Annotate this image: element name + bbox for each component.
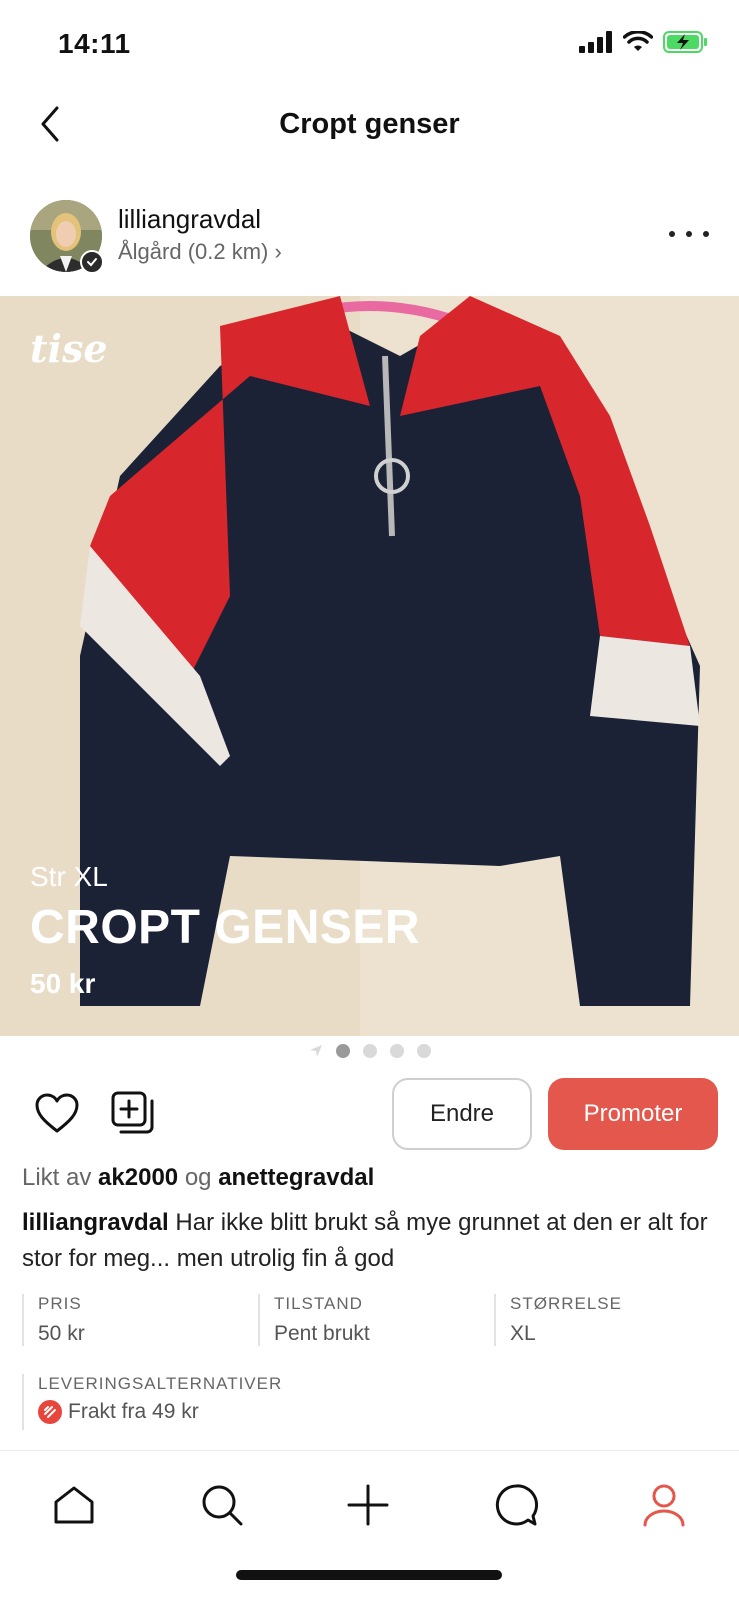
listing-image[interactable]: tise Str XL CROPT GENSER 50 kr [0, 296, 739, 1036]
pager-dot-2[interactable] [362, 1044, 377, 1058]
detail-condition: TILSTAND Pent brukt [258, 1294, 370, 1346]
search-icon [202, 1485, 243, 1526]
liked-by-joiner: og [184, 1164, 212, 1191]
tab-search[interactable] [192, 1475, 252, 1535]
pager-dot-3[interactable] [389, 1044, 404, 1058]
listing-details: PRIS 50 kr TILSTAND Pent brukt STØRRELSE… [22, 1294, 722, 1346]
more-options-button[interactable] [669, 222, 709, 246]
detail-price-value: 50 kr [38, 1322, 85, 1345]
plus-icon [347, 1484, 389, 1526]
detail-condition-label: TILSTAND [274, 1294, 363, 1313]
tab-messages[interactable] [486, 1475, 546, 1535]
detail-price: PRIS 50 kr [22, 1294, 85, 1346]
wifi-icon [623, 31, 653, 51]
detail-price-label: PRIS [38, 1294, 82, 1313]
liked-by-user-2[interactable]: anettegravdal [218, 1164, 374, 1191]
page-title: Cropt genser [279, 108, 460, 140]
listing-price: 50 kr [30, 968, 96, 999]
nav-header: Cropt genser [0, 90, 739, 190]
status-icons [579, 30, 709, 54]
listing-actions: Endre Promoter [0, 1078, 739, 1150]
seller-row: lilliangravdal Ålgård (0.2 km) › [0, 198, 739, 280]
pager-dot-4[interactable] [416, 1044, 431, 1058]
delivery-row: Frakt fra 49 kr [38, 1400, 722, 1424]
location-arrow-icon [309, 1045, 322, 1057]
liked-by: Likt av ak2000 og anettegravdal [22, 1164, 722, 1192]
verified-badge [80, 250, 104, 274]
more-horizontal-icon [669, 231, 675, 237]
tab-home[interactable] [44, 1475, 104, 1535]
profile-icon [643, 1484, 685, 1527]
tise-watermark: tise [30, 326, 108, 371]
liked-by-user-1[interactable]: ak2000 [98, 1164, 178, 1191]
home-icon [54, 1486, 94, 1524]
status-time: 14:11 [58, 28, 131, 59]
detail-size-value: XL [510, 1322, 536, 1345]
battery-charging-icon [663, 31, 707, 53]
delivery-options: LEVERINGSALTERNATIVER Frakt fra 49 kr [22, 1374, 722, 1430]
seller-username[interactable]: lilliangravdal [118, 204, 261, 235]
heart-icon [35, 1093, 79, 1133]
tab-profile[interactable] [634, 1475, 694, 1535]
shipping-icon [38, 1400, 62, 1424]
edit-button[interactable]: Endre [392, 1078, 532, 1150]
listing-size: Str XL [30, 861, 108, 892]
like-button[interactable] [34, 1092, 80, 1134]
seller-location[interactable]: Ålgård (0.2 km) › [118, 239, 282, 265]
detail-condition-value: Pent brukt [274, 1322, 370, 1345]
promote-button[interactable]: Promoter [548, 1078, 718, 1150]
home-indicator [236, 1570, 502, 1580]
detail-size-label: STØRRELSE [510, 1294, 622, 1313]
checkmark-icon [87, 258, 97, 267]
pager-dot-1[interactable] [335, 1044, 350, 1058]
image-pager [0, 1040, 739, 1062]
add-to-collection-icon [111, 1091, 154, 1134]
listing-title: CROPT GENSER [30, 901, 421, 954]
tab-new-listing[interactable] [338, 1475, 398, 1535]
delivery-label: LEVERINGSALTERNATIVER [38, 1374, 283, 1393]
add-to-collection-button[interactable] [110, 1090, 156, 1136]
chat-icon [495, 1484, 538, 1526]
liked-by-prefix: Likt av [22, 1164, 92, 1191]
listing-description: lilliangravdal Har ikke blitt brukt så m… [22, 1205, 722, 1277]
shipping-glyph [44, 1406, 56, 1418]
signal-icon [579, 31, 612, 53]
description-author[interactable]: lilliangravdal [22, 1209, 169, 1236]
delivery-value: Frakt fra 49 kr [68, 1400, 199, 1423]
status-bar: 14:11 [0, 0, 739, 90]
detail-size: STØRRELSE XL [494, 1294, 622, 1346]
